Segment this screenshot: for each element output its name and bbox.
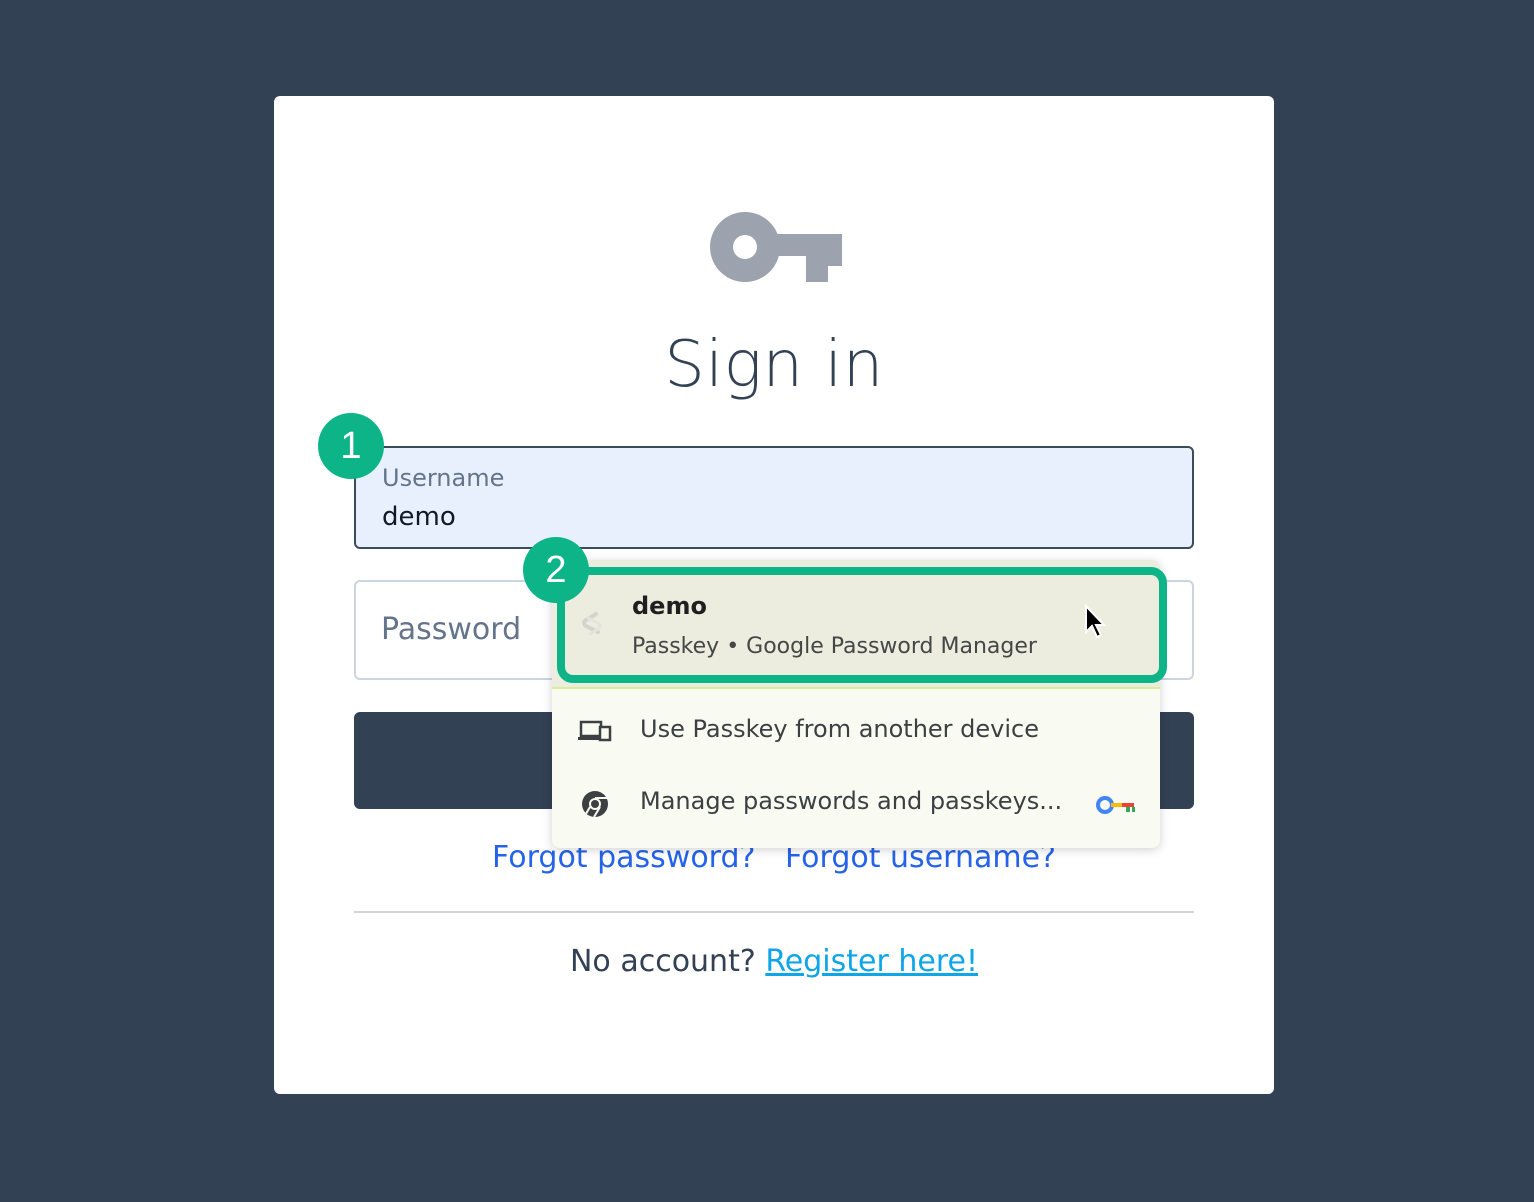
devices-icon bbox=[578, 720, 612, 742]
username-value: demo bbox=[382, 502, 456, 532]
use-other-device-item[interactable]: Use Passkey from another device bbox=[552, 703, 1160, 763]
use-other-device-label: Use Passkey from another device bbox=[640, 715, 1040, 743]
dropdown-separator bbox=[552, 687, 1160, 689]
manage-passwords-item[interactable]: Manage passwords and passkeys... bbox=[552, 775, 1160, 835]
selection-highlight bbox=[557, 567, 1167, 683]
username-label: Username bbox=[382, 464, 505, 492]
step-1-badge: 1 bbox=[318, 413, 384, 479]
divider bbox=[354, 911, 1194, 913]
register-link[interactable]: Register here! bbox=[765, 944, 978, 979]
chrome-icon bbox=[582, 791, 608, 818]
manage-passwords-label: Manage passwords and passkeys... bbox=[640, 787, 1063, 815]
mouse-cursor-icon bbox=[1085, 604, 1107, 639]
username-input[interactable]: Username demo bbox=[354, 446, 1194, 549]
password-placeholder: Password bbox=[381, 612, 522, 647]
page-title: Sign in bbox=[664, 328, 884, 402]
register-row: No account? Register here! bbox=[274, 944, 1274, 979]
step-2-badge: 2 bbox=[523, 537, 589, 603]
register-prompt: No account? bbox=[569, 944, 756, 979]
key-logo-icon bbox=[710, 212, 842, 282]
password-manager-key-icon bbox=[1096, 796, 1135, 814]
